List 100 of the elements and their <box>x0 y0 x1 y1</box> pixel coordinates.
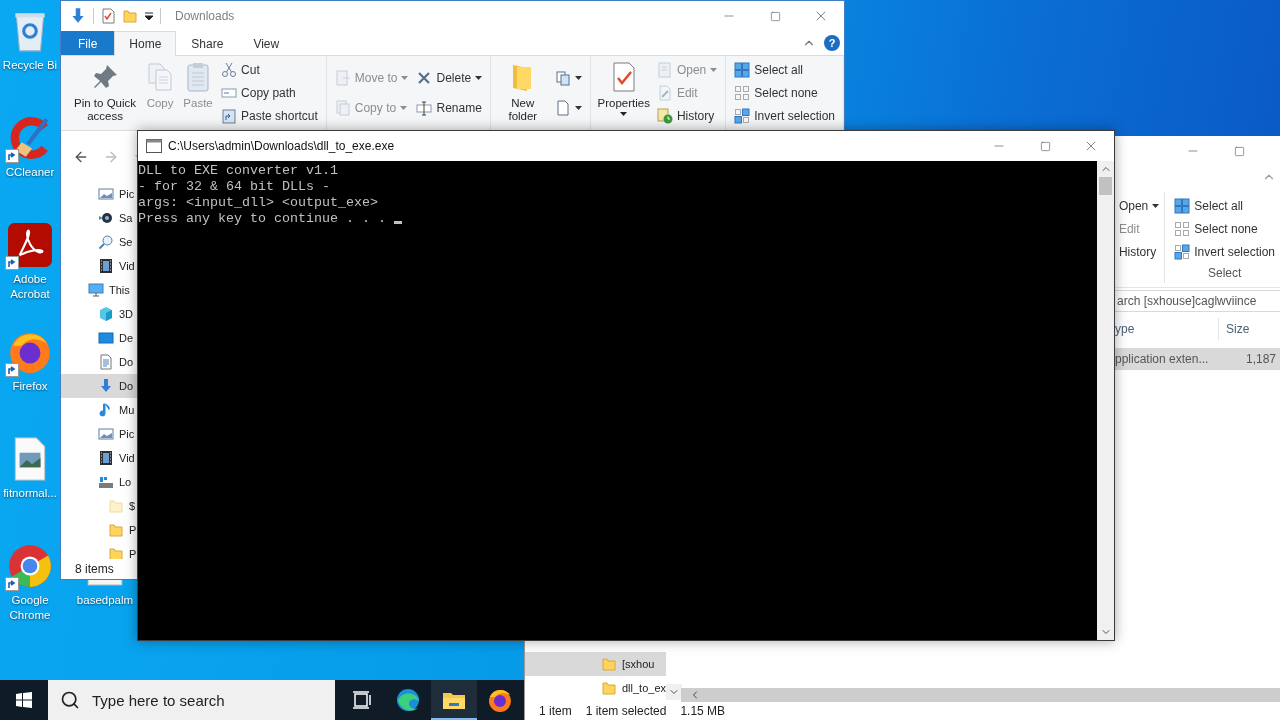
console-output-line: Press any key to continue . . . <box>138 211 386 226</box>
caret-icon <box>710 68 718 72</box>
ribbon-tab[interactable]: File <box>61 31 115 55</box>
select-none-button[interactable]: Select none <box>731 82 838 104</box>
group-label: Select <box>1207 265 1242 282</box>
history-button[interactable]: History <box>653 105 721 127</box>
nav-item[interactable]: Pic <box>61 422 137 446</box>
select-none-button[interactable]: Select none <box>1171 218 1278 240</box>
image-icon <box>98 426 114 442</box>
file-row[interactable]: pplication exten... 1,187 <box>1113 348 1280 370</box>
nav-item[interactable]: De <box>61 326 137 350</box>
shortcut-arrow-icon <box>5 256 19 270</box>
monitor-icon <box>88 282 104 298</box>
cut-button[interactable]: Cut <box>218 59 321 81</box>
nav-item[interactable]: [sxhou <box>525 652 667 676</box>
drive-icon <box>98 474 114 490</box>
select-all-icon <box>734 62 751 78</box>
new-item-icon <box>554 69 571 86</box>
search-input[interactable]: Type here to search <box>90 690 314 710</box>
scroll-thumb[interactable] <box>1099 177 1112 195</box>
nav-item[interactable]: Vid <box>61 446 137 470</box>
pencil-document-icon <box>656 85 673 101</box>
rename-button[interactable]: Rename <box>413 97 486 120</box>
delete-button[interactable]: Delete <box>413 66 486 89</box>
paste-shortcut-button[interactable]: Paste shortcut <box>218 105 321 127</box>
nav-item[interactable]: Se <box>61 230 137 254</box>
properties-button[interactable]: Properties <box>595 56 652 116</box>
nav-item[interactable]: 3D <box>61 302 137 326</box>
new-folder-button[interactable]: New folder <box>496 56 550 123</box>
nav-item[interactable]: Mu <box>61 398 137 422</box>
ribbon-button[interactable]: History <box>1115 241 1163 263</box>
ribbon-tab[interactable]: Home <box>114 31 177 56</box>
nav-item[interactable]: Do <box>61 374 137 398</box>
scrollbar[interactable] <box>681 688 1280 702</box>
copy-icon <box>334 100 351 117</box>
folder-icon <box>122 8 138 24</box>
caret-icon <box>574 106 582 111</box>
ribbon-button[interactable]: Open <box>1115 195 1163 217</box>
status-text: 1 item <box>539 704 572 718</box>
wave-browser-icon <box>395 687 421 713</box>
status-text: 1 item selected <box>585 704 667 718</box>
select-all-button[interactable]: Select all <box>1171 195 1278 217</box>
shortcut-arrow-icon <box>5 577 19 591</box>
help-icon[interactable]: ? <box>824 35 840 51</box>
film-icon <box>98 450 114 466</box>
image-icon <box>98 186 114 202</box>
nav-item[interactable]: Pic <box>61 182 137 206</box>
nav-item[interactable]: This <box>61 278 137 302</box>
select-all-button[interactable]: Select all <box>731 59 838 81</box>
open-icon <box>656 62 673 78</box>
ribbon-tab[interactable]: Share <box>176 31 239 55</box>
select-all-icon <box>1174 198 1191 214</box>
dropdown-icon[interactable] <box>144 11 154 21</box>
caret-icon <box>574 75 582 80</box>
column-header[interactable]: Size <box>1218 318 1280 340</box>
search-field[interactable]: Type here to search <box>48 680 335 720</box>
folder-icon <box>108 522 124 538</box>
copy-path-button[interactable]: Copy path <box>218 82 321 104</box>
window-title: C:\Users\admin\Downloads\dll_to_exe.exe <box>167 139 396 153</box>
folder-icon <box>601 680 617 696</box>
invert-selection-icon <box>1174 244 1191 260</box>
console-output-line: DLL to EXE converter v1.1 <box>138 163 338 178</box>
folder-icon <box>601 656 617 672</box>
taskbar-app-button[interactable] <box>431 680 477 720</box>
window-title: Downloads <box>174 9 236 23</box>
caret-icon <box>475 75 483 80</box>
history-icon <box>656 108 673 124</box>
invert-selection-button[interactable]: Invert selection <box>731 105 838 127</box>
nav-item[interactable]: Sa <box>61 206 137 230</box>
pin-button[interactable]: Pin to Quick access <box>70 56 141 123</box>
cube-icon <box>98 306 114 322</box>
properties-icon <box>100 8 116 24</box>
shortcut-arrow-icon <box>5 363 19 377</box>
caret-icon <box>400 106 408 111</box>
nav-item[interactable]: P <box>61 518 137 542</box>
nav-item[interactable]: Lo <box>61 470 137 494</box>
document-icon <box>554 100 571 117</box>
scrollbar[interactable] <box>1097 161 1114 640</box>
status-text: 8 items <box>75 562 114 576</box>
column-header[interactable]: ype <box>1113 318 1218 340</box>
maximize-icon <box>1233 145 1245 157</box>
maximize-icon <box>1039 140 1051 152</box>
nav-item[interactable]: $ <box>61 494 137 518</box>
invert-selection-icon <box>734 108 751 124</box>
clipboard-icon <box>221 108 238 124</box>
fox-browser-icon <box>487 687 513 713</box>
scroll-down-button[interactable] <box>666 684 683 700</box>
download-icon <box>98 378 114 394</box>
gear-icon <box>98 210 114 226</box>
shortcut-arrow-icon <box>5 149 19 163</box>
film-icon <box>98 258 114 274</box>
console-output-line: args: <input_dll> <output_exe> <box>138 195 378 210</box>
caret-icon <box>620 112 628 116</box>
nav-item[interactable]: Do <box>61 350 137 374</box>
console-icon <box>146 139 162 153</box>
nav-item[interactable]: dll_to_ex <box>525 676 667 700</box>
nav-item[interactable]: P <box>61 542 137 559</box>
invert-selection-button[interactable]: Invert selection <box>1171 241 1278 263</box>
ribbon-tab[interactable]: View <box>238 31 295 55</box>
nav-item[interactable]: Vid <box>61 254 137 278</box>
